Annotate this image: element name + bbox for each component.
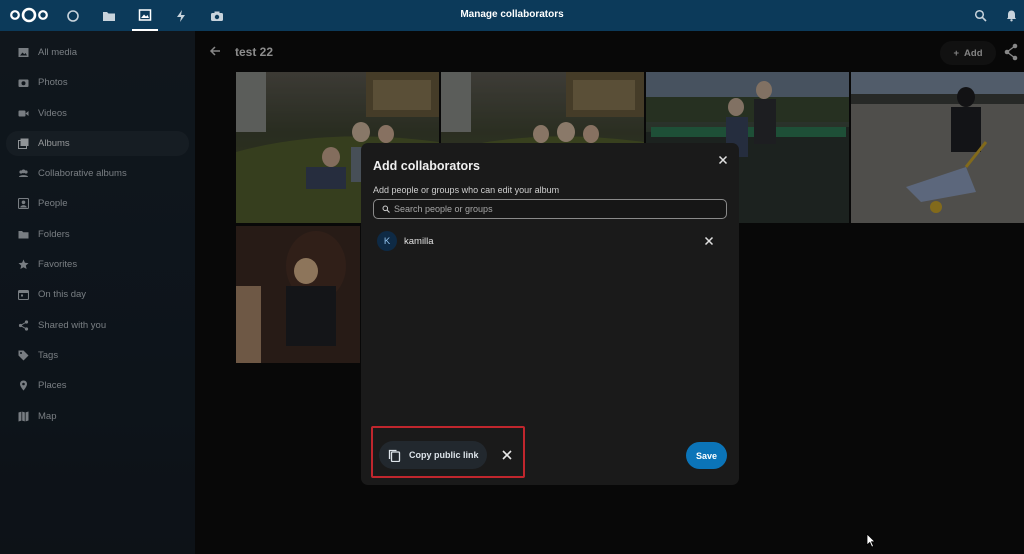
copy-icon — [388, 449, 401, 462]
search-field[interactable] — [373, 199, 727, 219]
delete-public-link-icon[interactable] — [500, 448, 514, 462]
dialog-subtitle: Add people or groups who can edit your a… — [373, 185, 560, 195]
save-button[interactable]: Save — [686, 442, 727, 469]
dialog-title: Add collaborators — [373, 159, 480, 173]
files-icon — [103, 11, 115, 21]
add-collaborators-dialog: Add collaborators Add people or groups w… — [361, 143, 739, 485]
avatar: K — [377, 231, 397, 251]
collaborator-name: kamilla — [404, 235, 434, 247]
copy-public-link-button[interactable]: Copy public link — [379, 441, 487, 469]
collaborator-row: K kamilla — [373, 229, 727, 253]
app-camera[interactable] — [204, 0, 230, 31]
bell-icon[interactable] — [1005, 9, 1018, 22]
activity-icon — [177, 9, 185, 22]
close-icon[interactable] — [716, 153, 730, 167]
app-dashboard[interactable] — [60, 0, 86, 31]
copy-link-label: Copy public link — [409, 450, 479, 460]
search-input[interactable] — [394, 204, 714, 214]
top-header: Manage collaborators — [0, 0, 1024, 31]
remove-collaborator-icon[interactable] — [702, 234, 716, 248]
nextcloud-logo[interactable] — [8, 6, 50, 24]
camera-icon — [211, 11, 223, 21]
search-icon — [382, 205, 390, 213]
search-icon[interactable] — [974, 9, 987, 22]
mouse-cursor-icon — [866, 533, 876, 548]
app-activity[interactable] — [168, 0, 194, 31]
dashboard-icon — [67, 9, 79, 22]
app-photos[interactable] — [132, 0, 158, 31]
app-files[interactable] — [96, 0, 122, 31]
photos-icon — [138, 8, 152, 21]
